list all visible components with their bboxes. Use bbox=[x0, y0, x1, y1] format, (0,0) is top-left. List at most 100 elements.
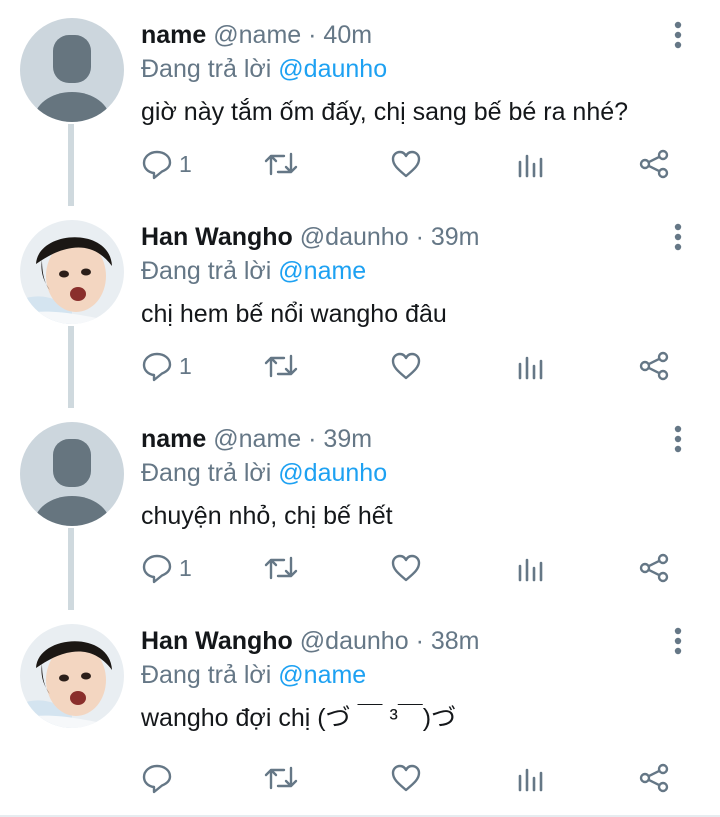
mention-link[interactable]: @name bbox=[278, 661, 366, 689]
tweet-header: name @name · 40m bbox=[141, 20, 372, 50]
retweet-button[interactable] bbox=[264, 750, 298, 806]
default-avatar-icon bbox=[20, 18, 124, 122]
analytics-button[interactable] bbox=[516, 750, 546, 806]
like-button[interactable] bbox=[390, 750, 422, 806]
share-icon bbox=[639, 553, 669, 583]
timestamp[interactable]: · 39m bbox=[416, 223, 480, 251]
more-menu-button[interactable] bbox=[668, 626, 688, 656]
tweet-actions: 1 bbox=[0, 136, 720, 192]
retweet-button[interactable] bbox=[264, 540, 298, 596]
mention-link[interactable]: @daunho bbox=[278, 55, 387, 83]
display-name[interactable]: name bbox=[141, 21, 206, 49]
timestamp[interactable]: · 38m bbox=[416, 627, 480, 655]
mention-link[interactable]: @daunho bbox=[278, 459, 387, 487]
more-vertical-icon bbox=[674, 21, 682, 49]
avatar[interactable] bbox=[20, 220, 124, 324]
share-button[interactable] bbox=[638, 136, 670, 192]
more-menu-button[interactable] bbox=[668, 222, 688, 252]
profile-photo-icon bbox=[20, 220, 124, 324]
replying-to: Đang trả lời @name bbox=[141, 256, 366, 286]
analytics-button[interactable] bbox=[516, 540, 546, 596]
retweet-icon bbox=[264, 152, 298, 176]
retweet-icon bbox=[264, 766, 298, 790]
replying-to: Đang trả lời @daunho bbox=[141, 54, 387, 84]
more-vertical-icon bbox=[674, 223, 682, 251]
more-menu-button[interactable] bbox=[668, 424, 688, 454]
tweet[interactable]: Han Wangho @daunho · 39m Đang trả lời @n… bbox=[0, 202, 720, 408]
tweet-text: chuyện nhỏ, chị bế hết bbox=[141, 502, 393, 530]
reply-button[interactable]: 1 bbox=[141, 540, 192, 596]
more-vertical-icon bbox=[674, 627, 682, 655]
mention-link[interactable]: @name bbox=[278, 257, 366, 285]
tweet-text: chị hem bế nổi wangho đâu bbox=[141, 300, 447, 328]
more-vertical-icon bbox=[674, 425, 682, 453]
share-icon bbox=[639, 351, 669, 381]
handle[interactable]: @name bbox=[213, 425, 301, 453]
tweet-header: name @name · 39m bbox=[141, 424, 372, 454]
analytics-icon bbox=[518, 356, 543, 380]
replying-to: Đang trả lời @name bbox=[141, 660, 366, 690]
display-name[interactable]: name bbox=[141, 425, 206, 453]
tweet[interactable]: name @name · 40m Đang trả lời @daunho gi… bbox=[0, 0, 720, 206]
tweet-text: giờ này tắm ốm đấy, chị sang bế bé ra nh… bbox=[141, 98, 629, 126]
reply-icon bbox=[142, 150, 172, 180]
retweet-button[interactable] bbox=[264, 136, 298, 192]
reply-icon bbox=[142, 352, 172, 382]
retweet-button[interactable] bbox=[264, 338, 298, 394]
replying-to-label: Đang trả lời bbox=[141, 459, 272, 487]
replying-to-label: Đang trả lời bbox=[141, 55, 272, 83]
heart-icon bbox=[391, 150, 421, 178]
like-button[interactable] bbox=[390, 540, 422, 596]
retweet-icon bbox=[264, 354, 298, 378]
like-button[interactable] bbox=[390, 136, 422, 192]
reply-button[interactable]: 1 bbox=[141, 136, 192, 192]
reply-count: 1 bbox=[179, 150, 192, 177]
analytics-button[interactable] bbox=[516, 338, 546, 394]
display-name[interactable]: Han Wangho bbox=[141, 223, 293, 251]
retweet-icon bbox=[264, 556, 298, 580]
analytics-icon bbox=[518, 154, 543, 178]
more-menu-button[interactable] bbox=[668, 20, 688, 50]
analytics-button[interactable] bbox=[516, 136, 546, 192]
default-avatar-icon bbox=[20, 422, 124, 526]
handle[interactable]: @daunho bbox=[300, 627, 409, 655]
replying-to-label: Đang trả lời bbox=[141, 257, 272, 285]
tweet-header: Han Wangho @daunho · 38m bbox=[141, 626, 479, 656]
analytics-icon bbox=[518, 558, 543, 582]
reply-button[interactable] bbox=[141, 750, 179, 806]
tweet-actions: 1 bbox=[0, 540, 720, 596]
handle[interactable]: @name bbox=[213, 21, 301, 49]
share-icon bbox=[639, 149, 669, 179]
share-button[interactable] bbox=[638, 540, 670, 596]
tweet-actions: 1 bbox=[0, 338, 720, 394]
replying-to-label: Đang trả lời bbox=[141, 661, 272, 689]
tweet-header: Han Wangho @daunho · 39m bbox=[141, 222, 479, 252]
reply-count: 1 bbox=[179, 352, 192, 379]
like-button[interactable] bbox=[390, 338, 422, 394]
timestamp[interactable]: · 39m bbox=[308, 425, 372, 453]
share-button[interactable] bbox=[638, 338, 670, 394]
reply-count: 1 bbox=[179, 554, 192, 581]
avatar[interactable] bbox=[20, 18, 124, 122]
tweet-text: wangho đợi chị (づ ￣ ³￣)づ bbox=[141, 704, 457, 732]
profile-photo-icon bbox=[20, 624, 124, 728]
tweet[interactable]: Han Wangho @daunho · 38m Đang trả lời @n… bbox=[0, 606, 720, 815]
tweet[interactable]: name @name · 39m Đang trả lời @daunho ch… bbox=[0, 404, 720, 610]
tweet-actions bbox=[0, 750, 720, 806]
share-icon bbox=[639, 763, 669, 793]
timestamp[interactable]: · 40m bbox=[308, 21, 372, 49]
reply-button[interactable]: 1 bbox=[141, 338, 192, 394]
replying-to: Đang trả lời @daunho bbox=[141, 458, 387, 488]
avatar[interactable] bbox=[20, 624, 124, 728]
reply-icon bbox=[142, 554, 172, 584]
reply-icon bbox=[142, 764, 172, 794]
heart-icon bbox=[391, 764, 421, 792]
heart-icon bbox=[391, 352, 421, 380]
avatar[interactable] bbox=[20, 422, 124, 526]
handle[interactable]: @daunho bbox=[300, 223, 409, 251]
share-button[interactable] bbox=[638, 750, 670, 806]
reply-thread: name @name · 40m Đang trả lời @daunho gi… bbox=[0, 0, 720, 817]
analytics-icon bbox=[518, 768, 543, 792]
display-name[interactable]: Han Wangho bbox=[141, 627, 293, 655]
heart-icon bbox=[391, 554, 421, 582]
